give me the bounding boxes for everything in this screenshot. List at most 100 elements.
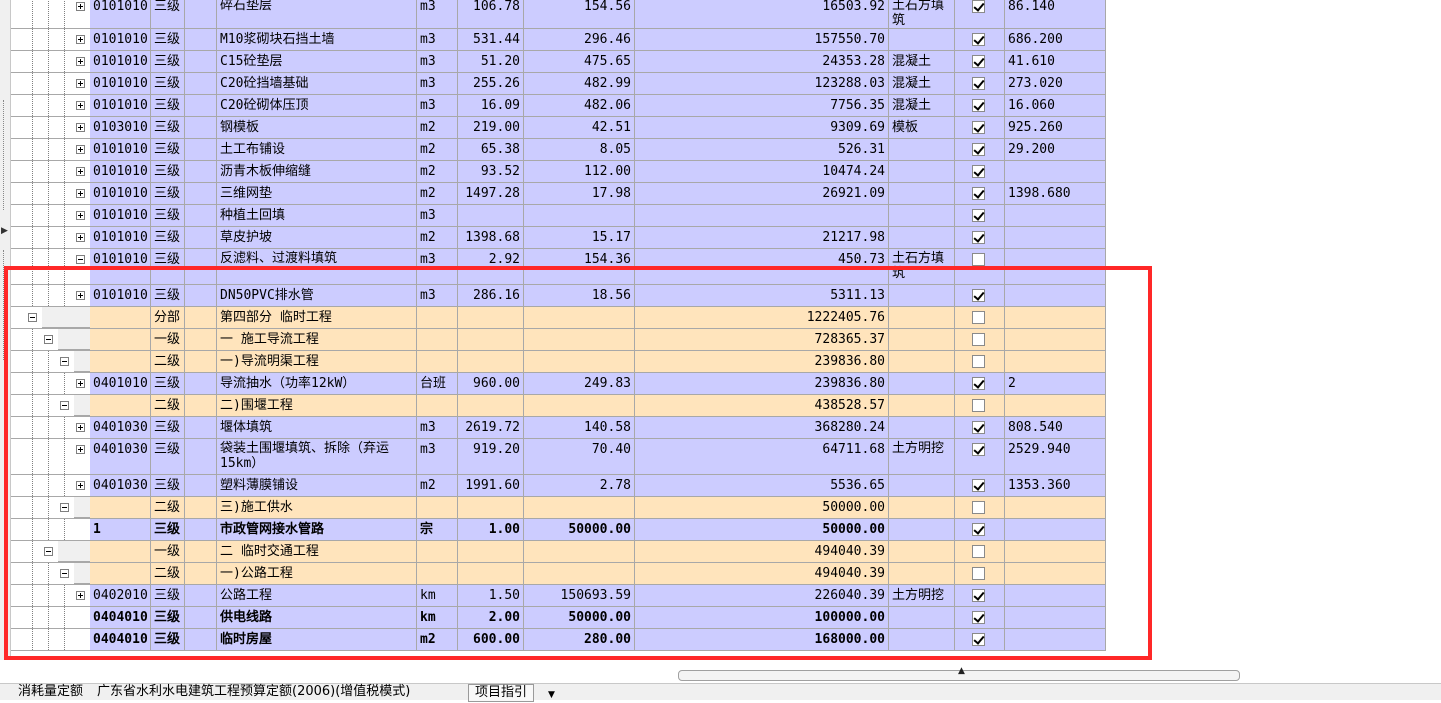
include-checkbox[interactable] [972,399,985,412]
table-row[interactable]: 0101010 三级 沥青木板伸缩缝 m2 93.52 112.00 10474.24 [10,161,1106,183]
collapse-minus-icon[interactable] [28,313,37,322]
collapse-minus-icon[interactable] [44,547,53,556]
include-checkbox[interactable] [972,187,985,200]
include-checkbox[interactable] [972,253,985,266]
include-cell[interactable] [955,519,1005,541]
include-checkbox[interactable] [972,311,985,324]
expand-plus-icon[interactable] [76,167,85,176]
collapse-minus-icon[interactable] [60,569,69,578]
include-cell[interactable] [955,351,1005,373]
table-row[interactable]: 一级 一 施工导流工程 728365.37 [10,329,1106,351]
include-checkbox[interactable] [972,567,985,580]
include-checkbox[interactable] [972,55,985,68]
table-row[interactable]: 一级 二 临时交通工程 494040.39 [10,541,1106,563]
collapse-minus-icon[interactable] [44,335,53,344]
include-checkbox[interactable] [972,633,985,646]
table-row[interactable]: 0101010 三级 碎石垫层 m3 106.78 154.56 16503.92 土石方填筑… [10,0,1106,29]
expand-plus-icon[interactable] [76,101,85,110]
include-cell[interactable] [955,285,1005,307]
expand-plus-icon[interactable] [76,189,85,198]
include-cell[interactable] [955,395,1005,417]
include-cell[interactable] [955,73,1005,95]
table-row[interactable]: 0101010 三级 C15砼垫层 m3 51.20 475.65 24353.28 混凝土 4… [10,51,1106,73]
expand-plus-icon[interactable] [76,481,85,490]
table-row[interactable]: 0101010 三级 种植土回填 m3 [10,205,1106,227]
include-cell[interactable] [955,183,1005,205]
include-cell[interactable] [955,227,1005,249]
scroll-up-arrow-icon[interactable]: ▲ [958,666,965,676]
expand-plus-icon[interactable] [76,379,85,388]
project-guide-button[interactable]: 项目指引 [468,684,535,702]
include-cell[interactable] [955,475,1005,497]
include-checkbox[interactable] [972,77,985,90]
include-checkbox[interactable] [972,479,985,492]
table-row[interactable]: 0101010 三级 C20砼挡墙基础 m3 255.26 482.99 123288.03… [10,73,1106,95]
include-cell[interactable] [955,373,1005,395]
expand-plus-icon[interactable] [76,145,85,154]
expand-plus-icon[interactable] [76,233,85,242]
include-checkbox[interactable] [972,545,985,558]
collapse-minus-icon[interactable] [60,357,69,366]
include-cell[interactable] [955,117,1005,139]
include-checkbox[interactable] [972,33,985,46]
include-cell[interactable] [955,29,1005,51]
table-row[interactable]: 0103010 三级 钢模板 m2 219.00 42.51 9309.69 模板 925.26… [10,117,1106,139]
table-row[interactable]: 二级 一)公路工程 494040.39 [10,563,1106,585]
include-cell[interactable] [955,585,1005,607]
include-cell[interactable] [955,439,1005,475]
include-checkbox[interactable] [972,0,985,13]
expand-plus-icon[interactable] [76,291,85,300]
include-checkbox[interactable] [972,501,985,514]
include-checkbox[interactable] [972,611,985,624]
include-cell[interactable] [955,205,1005,227]
include-checkbox[interactable] [972,165,985,178]
include-checkbox[interactable] [972,143,985,156]
include-checkbox[interactable] [972,231,985,244]
table-row[interactable]: 0404010 三级 供电线路 km 2.00 50000.00 100000.00 [10,607,1106,629]
table-row[interactable]: 0101010 三级 三维网垫 m2 1497.28 17.98 26921.09 1398.… [10,183,1106,205]
expand-plus-icon[interactable] [76,79,85,88]
include-cell[interactable] [955,541,1005,563]
quota-select[interactable]: 广东省水利水电建筑工程预算定额(2006)(增值税模式) ▼ [94,684,555,700]
table-row[interactable]: 0401010 三级 导流抽水（功率12kW） 台班 960.00 249.83 23983… [10,373,1106,395]
table-row[interactable]: 0404010 三级 临时房屋 m2 600.00 280.00 168000.00 [10,629,1106,651]
collapse-minus-icon[interactable] [60,503,69,512]
expand-plus-icon[interactable] [76,211,85,220]
table-row[interactable]: 0401030 三级 袋装土围堰填筑、拆除（弃运15km） m3 919.20 70.40… [10,439,1106,475]
include-checkbox[interactable] [972,421,985,434]
table-row[interactable]: 分部 第四部分 临时工程 1222405.76 [10,307,1106,329]
table-row[interactable]: 0401030 三级 塑料薄膜铺设 m2 1991.60 2.78 5536.65 1353.… [10,475,1106,497]
expand-plus-icon[interactable] [76,123,85,132]
table-row[interactable]: 0101010 三级 土工布铺设 m2 65.38 8.05 526.31 29.200 [10,139,1106,161]
table-row[interactable]: 二级 一)导流明渠工程 239836.80 [10,351,1106,373]
left-splitter[interactable]: ▶ [0,0,11,660]
dropdown-arrow-icon[interactable]: ▼ [548,687,555,703]
include-checkbox[interactable] [972,99,985,112]
include-cell[interactable] [955,95,1005,117]
table-row[interactable]: 0101010 三级 C20砼砌体压顶 m3 16.09 482.06 7756.35 混凝土… [10,95,1106,117]
expand-plus-icon[interactable] [76,2,85,11]
include-cell[interactable] [955,629,1005,651]
include-cell[interactable] [955,139,1005,161]
include-cell[interactable] [955,329,1005,351]
collapse-minus-icon[interactable] [76,255,85,264]
collapse-minus-icon[interactable] [60,401,69,410]
table-row[interactable]: 0101010 三级 草皮护坡 m2 1398.68 15.17 21217.98 [10,227,1106,249]
include-cell[interactable] [955,417,1005,439]
expand-plus-icon[interactable] [76,591,85,600]
table-row[interactable]: 0101010 三级 反滤料、过渡料填筑 m3 2.92 154.36 450.73 土石方填… [10,249,1106,285]
include-checkbox[interactable] [972,589,985,602]
include-cell[interactable] [955,563,1005,585]
include-cell[interactable] [955,51,1005,73]
expand-plus-icon[interactable] [76,423,85,432]
include-cell[interactable] [955,161,1005,183]
expand-plus-icon[interactable] [76,445,85,454]
table-row[interactable]: 0101010 三级 M10浆砌块石挡土墙 m3 531.44 296.46 157550.… [10,29,1106,51]
table-row[interactable]: 1 三级 市政管网接水管路宗 1.00 50000.00 50000.00 [10,519,1106,541]
include-checkbox[interactable] [972,289,985,302]
include-cell[interactable] [955,607,1005,629]
expand-arrow-icon[interactable]: ▶ [1,226,8,236]
include-cell[interactable] [955,0,1005,29]
include-checkbox[interactable] [972,209,985,222]
include-cell[interactable] [955,249,1005,285]
